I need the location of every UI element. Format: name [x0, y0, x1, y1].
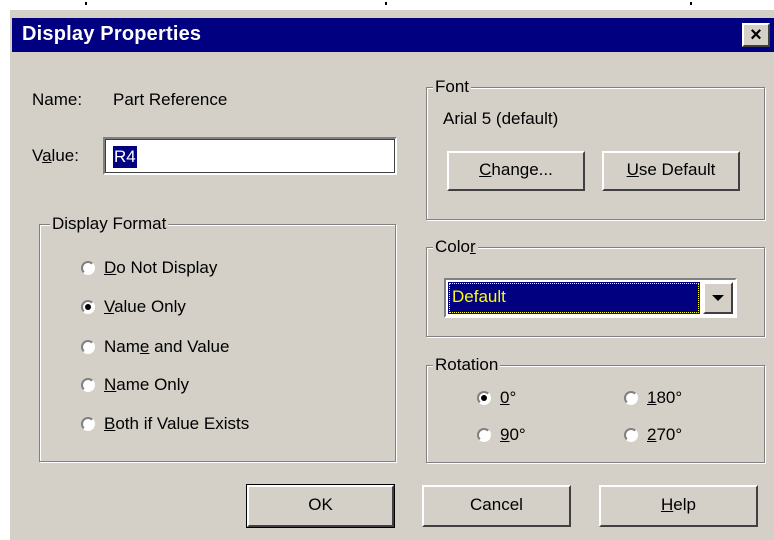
font-group-title: Font	[433, 77, 472, 97]
value-input-text: R4	[113, 146, 137, 168]
radio-rotation-270[interactable]: 270°	[624, 425, 682, 445]
radio-value-only[interactable]: Value Only	[81, 297, 186, 317]
value-label: Value:	[32, 146, 79, 165]
name-value: Part Reference	[113, 90, 228, 109]
radio-name-only[interactable]: Name Only	[81, 375, 189, 395]
value-input[interactable]: R4	[103, 137, 397, 175]
background-ticks	[0, 0, 774, 9]
radio-both-if-value-exists[interactable]: Both if Value Exists	[81, 414, 249, 434]
chevron-down-icon[interactable]	[703, 282, 733, 314]
radio-button[interactable]	[81, 378, 95, 392]
tick-mark	[690, 2, 692, 5]
radio-label: 270°	[647, 425, 683, 444]
cancel-button[interactable]: Cancel	[422, 485, 571, 527]
radio-label: Value Only	[104, 297, 186, 316]
rotation-group: Rotation	[426, 355, 765, 463]
color-group-title: Color	[433, 237, 478, 257]
ok-button[interactable]: OK	[246, 484, 395, 528]
color-dropdown[interactable]: Default	[444, 278, 737, 318]
help-button[interactable]: Help	[599, 485, 758, 527]
radio-button[interactable]	[477, 428, 491, 442]
radio-button[interactable]	[81, 300, 95, 314]
radio-button[interactable]	[624, 428, 638, 442]
window-title: Display Properties	[22, 23, 202, 45]
radio-button[interactable]	[81, 261, 95, 275]
name-label: Name:	[32, 90, 83, 109]
radio-label: 90°	[500, 425, 526, 444]
radio-label: Both if Value Exists	[104, 414, 250, 433]
color-dropdown-value: Default	[448, 282, 700, 314]
close-icon: ×	[750, 24, 762, 46]
display-format-title: Display Format	[50, 214, 169, 234]
radio-name-and-value[interactable]: Name and Value	[81, 337, 229, 357]
radio-label: Do Not Display	[104, 258, 218, 277]
radio-do-not-display[interactable]: Do Not Display	[81, 258, 217, 278]
close-button[interactable]: ×	[742, 23, 770, 47]
tick-mark	[85, 2, 87, 5]
radio-label: 180°	[647, 388, 683, 407]
radio-rotation-180[interactable]: 180°	[624, 388, 682, 408]
radio-button[interactable]	[81, 417, 95, 431]
radio-rotation-0[interactable]: 0°	[477, 388, 516, 408]
radio-label: Name Only	[104, 375, 190, 394]
current-font-label: Arial 5 (default)	[443, 109, 559, 128]
use-default-font-button[interactable]: Use Default	[602, 151, 740, 191]
change-font-button[interactable]: Change...	[447, 151, 585, 191]
radio-button[interactable]	[477, 391, 491, 405]
radio-label: Name and Value	[104, 337, 230, 356]
radio-button[interactable]	[624, 391, 638, 405]
radio-button[interactable]	[81, 340, 95, 354]
tick-mark	[385, 2, 387, 5]
radio-rotation-90[interactable]: 90°	[477, 425, 526, 445]
radio-label: 0°	[500, 388, 517, 407]
rotation-group-title: Rotation	[433, 355, 501, 375]
title-bar[interactable]: Display Properties ×	[12, 18, 774, 52]
